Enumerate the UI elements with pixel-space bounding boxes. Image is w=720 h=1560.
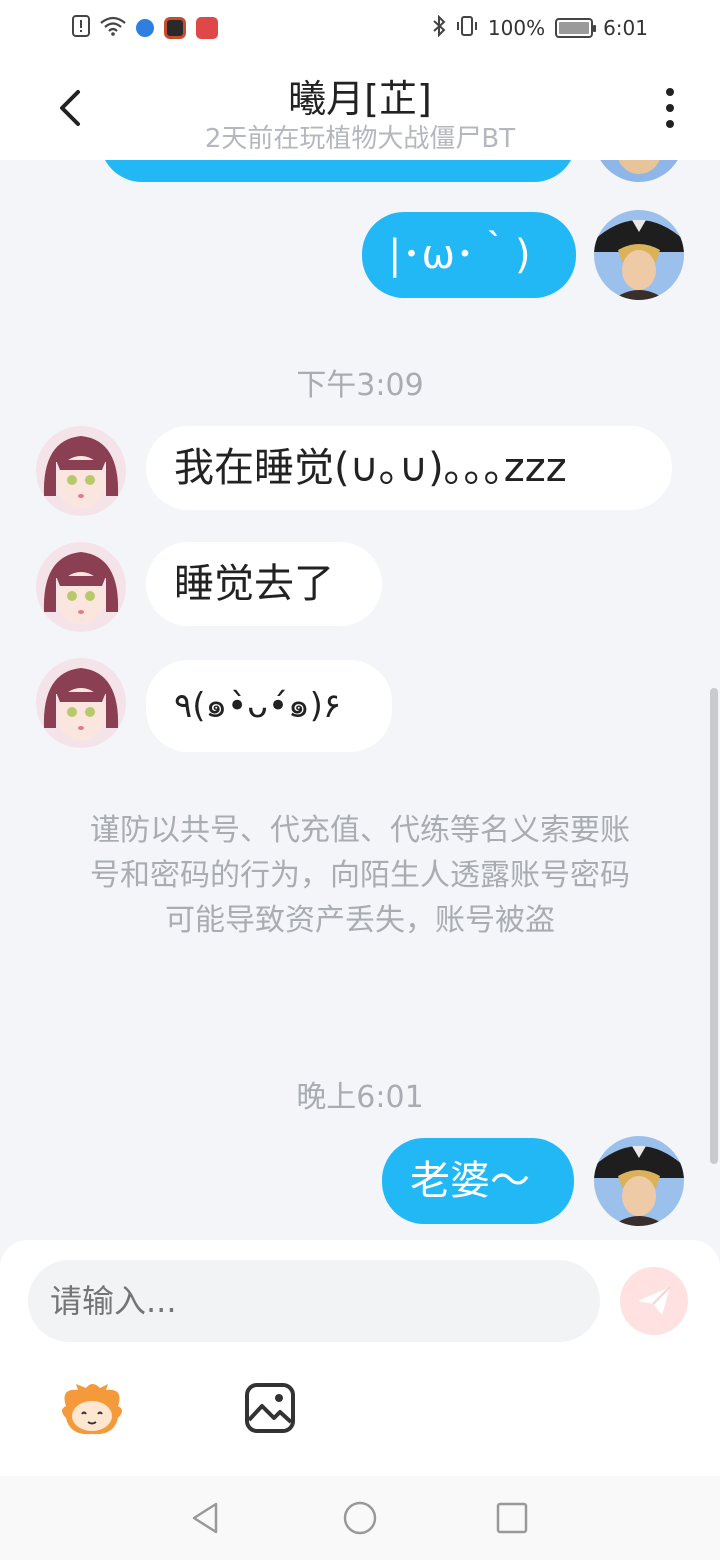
message-bubble-outgoing[interactable] (100, 160, 576, 182)
nav-home-button[interactable] (342, 1500, 378, 1536)
message-bubble-incoming[interactable]: 睡觉去了 (146, 542, 382, 626)
more-vertical-icon (666, 88, 674, 128)
my-avatar[interactable] (594, 160, 684, 182)
app-icon (196, 17, 218, 39)
system-nav-bar (0, 1476, 720, 1560)
bluetooth-icon (432, 14, 446, 42)
message-input[interactable] (28, 1260, 600, 1342)
nav-back-button[interactable] (188, 1500, 224, 1536)
status-left (72, 14, 218, 42)
square-recents-icon (496, 1502, 528, 1534)
circle-home-icon (343, 1501, 377, 1535)
nav-recents-button[interactable] (494, 1500, 530, 1536)
page-title: 曦月[芷] (288, 77, 432, 121)
battery-percent: 100% (487, 16, 546, 40)
send-icon (638, 1286, 671, 1315)
contact-avatar[interactable] (36, 426, 126, 516)
wifi-icon (100, 16, 126, 41)
user-status: 2天前在玩植物大战僵尸BT (204, 124, 516, 154)
image-icon (245, 1383, 295, 1433)
message-bubble-outgoing[interactable]: |･ω･｀) (362, 212, 576, 298)
status-right: 100% 6:01 (432, 14, 648, 42)
timestamp: 晚上6:01 (296, 1080, 424, 1115)
send-button[interactable] (620, 1267, 688, 1335)
scrollbar[interactable] (710, 688, 718, 1164)
composer (0, 1240, 720, 1476)
vibrate-icon (456, 15, 478, 42)
app-icon (136, 19, 154, 37)
chat-messages[interactable]: |･ω･｀) 下午3:09 我在睡觉(∪｡∪)｡｡｡zzz 睡觉去了 ٩(๑•̀… (0, 160, 720, 1240)
message-bubble-incoming[interactable]: 我在睡觉(∪｡∪)｡｡｡zzz (146, 426, 672, 510)
alert-icon (72, 14, 90, 42)
battery-icon (555, 18, 597, 38)
contact-avatar[interactable] (36, 658, 126, 748)
triangle-back-icon (192, 1502, 218, 1534)
message-bubble-incoming[interactable]: ٩(๑•̀ᴗ•́๑)۶ (146, 660, 392, 752)
timestamp: 下午3:09 (296, 368, 424, 403)
my-avatar[interactable] (594, 1136, 684, 1226)
app-icon (164, 17, 186, 39)
image-button[interactable] (244, 1382, 296, 1434)
status-bar: 100% 6:01 (0, 0, 720, 56)
sticker-button[interactable] (56, 1380, 128, 1436)
contact-avatar[interactable] (36, 542, 126, 632)
clock: 6:01 (603, 16, 648, 40)
security-warning: 谨防以共号、代充值、代练等名义索要账号和密码的行为，向陌生人透露账号密码可能导致… (90, 813, 630, 938)
my-avatar[interactable] (594, 210, 684, 300)
more-options-button[interactable] (656, 84, 684, 132)
chat-header: 曦月[芷] 2天前在玩植物大战僵尸BT (0, 56, 720, 160)
message-bubble-outgoing[interactable]: 老婆～ (382, 1138, 574, 1224)
sticker-icon (62, 1384, 122, 1435)
